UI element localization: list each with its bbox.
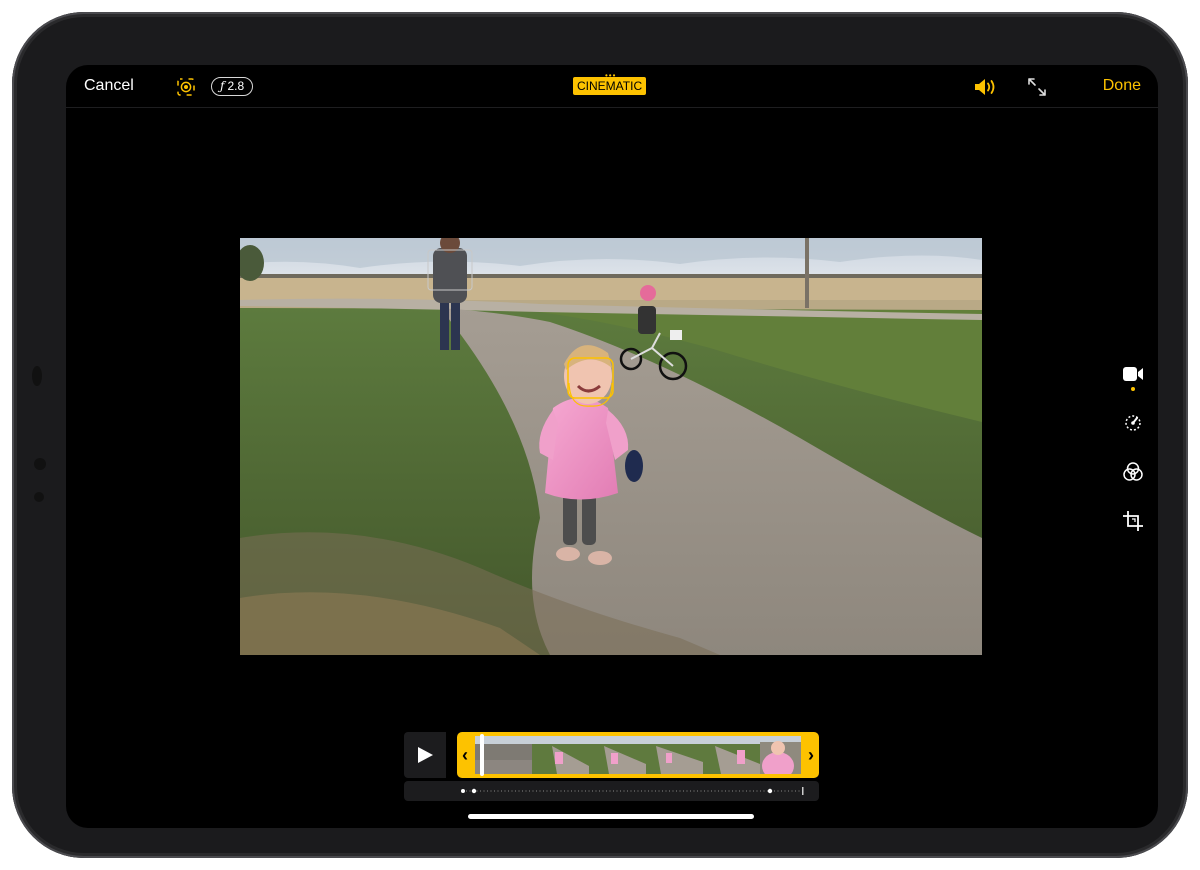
thumbnail-strip <box>475 736 801 774</box>
crop-rotate-icon[interactable] <box>1121 509 1145 533</box>
camera-lens <box>34 458 46 470</box>
focus-icon[interactable] <box>177 78 195 96</box>
thumbnail-frame <box>646 736 703 774</box>
done-button[interactable]: Done <box>1103 77 1141 95</box>
focus-keyframe-track[interactable] <box>404 781 819 801</box>
play-button[interactable] <box>404 732 446 778</box>
aperture-value: 2.8 <box>227 79 245 93</box>
video-frame-image <box>240 238 982 655</box>
camera-lens-secondary <box>34 492 44 502</box>
camera-sensor <box>32 366 42 386</box>
home-indicator[interactable] <box>468 814 754 819</box>
thumbnail-frame <box>589 736 646 774</box>
adjust-dial-icon[interactable] <box>1121 411 1145 435</box>
selected-tool-indicator <box>1131 387 1135 391</box>
filters-icon[interactable] <box>1121 460 1145 484</box>
trim-end-handle[interactable]: › <box>803 732 819 778</box>
speaker-icon[interactable] <box>973 77 999 97</box>
ipad-frame: Cancel ƒ 2.8 ••• CINEMATIC Done ‹ › <box>12 12 1188 858</box>
aperture-symbol: ƒ <box>220 79 225 93</box>
play-icon <box>418 747 433 763</box>
cinematic-mode-badge[interactable]: CINEMATIC <box>573 77 647 95</box>
thumbnail-frame <box>532 736 589 774</box>
video-camera-icon[interactable] <box>1121 362 1145 386</box>
cancel-button[interactable]: Cancel <box>84 77 134 95</box>
aperture-button[interactable]: ƒ 2.8 <box>211 77 254 96</box>
video-preview[interactable] <box>240 238 982 655</box>
trim-start-handle[interactable]: ‹ <box>457 732 473 778</box>
thumbnail-frame <box>760 736 801 774</box>
top-toolbar: Cancel ƒ 2.8 ••• CINEMATIC Done <box>66 65 1158 108</box>
expand-icon[interactable] <box>1027 77 1047 97</box>
focus-keyframe-dots <box>461 787 804 795</box>
timeline-scrubber[interactable]: ‹ › <box>457 732 819 778</box>
playhead[interactable] <box>480 734 484 776</box>
screen: Cancel ƒ 2.8 ••• CINEMATIC Done ‹ › <box>66 65 1158 828</box>
thumbnail-frame <box>703 736 760 774</box>
